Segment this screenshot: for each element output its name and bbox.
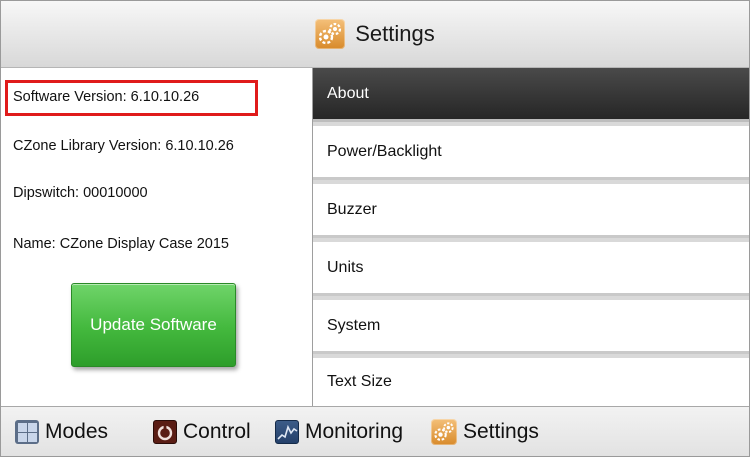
device-name-text: Name: CZone Display Case 2015 — [13, 236, 229, 252]
nav-control[interactable]: Control — [153, 407, 251, 456]
settings-gear-icon — [431, 419, 457, 445]
nav-monitoring[interactable]: Monitoring — [275, 407, 404, 456]
menu-item-power-backlight[interactable]: Power/Backlight — [313, 126, 749, 180]
nav-control-label: Control — [183, 420, 251, 443]
nav-settings-label: Settings — [463, 420, 539, 443]
page-title: Settings — [355, 21, 435, 46]
bottom-nav-bar: Modes Control Monitoring Settings — [1, 406, 749, 456]
menu-item-text-size[interactable]: Text Size — [313, 358, 749, 406]
header-bar: Settings — [1, 1, 749, 68]
nav-modes-label: Modes — [45, 420, 109, 443]
settings-menu: About Power/Backlight Buzzer Units Syste… — [312, 68, 749, 406]
info-panel: Software Version: 6.10.10.26 CZone Libra… — [1, 68, 311, 406]
menu-item-about[interactable]: About — [313, 68, 749, 122]
settings-gear-icon — [315, 19, 346, 49]
menu-item-system[interactable]: System — [313, 300, 749, 354]
dipswitch-text: Dipswitch: 00010000 — [13, 185, 148, 201]
modes-grid-icon — [15, 420, 39, 444]
menu-item-units[interactable]: Units — [313, 242, 749, 296]
czone-library-version-text: CZone Library Version: 6.10.10.26 — [13, 138, 234, 154]
update-software-button[interactable]: Update Software — [71, 283, 236, 367]
nav-monitoring-label: Monitoring — [305, 420, 404, 443]
software-version-text: Software Version: 6.10.10.26 — [13, 89, 200, 105]
settings-screen: Settings Software Version: 6.10.10.26 CZ… — [0, 0, 750, 457]
control-power-icon — [153, 420, 177, 444]
menu-item-buzzer[interactable]: Buzzer — [313, 184, 749, 238]
monitoring-graph-icon — [275, 420, 299, 444]
nav-settings[interactable]: Settings — [431, 407, 539, 456]
nav-modes[interactable]: Modes — [15, 407, 109, 456]
